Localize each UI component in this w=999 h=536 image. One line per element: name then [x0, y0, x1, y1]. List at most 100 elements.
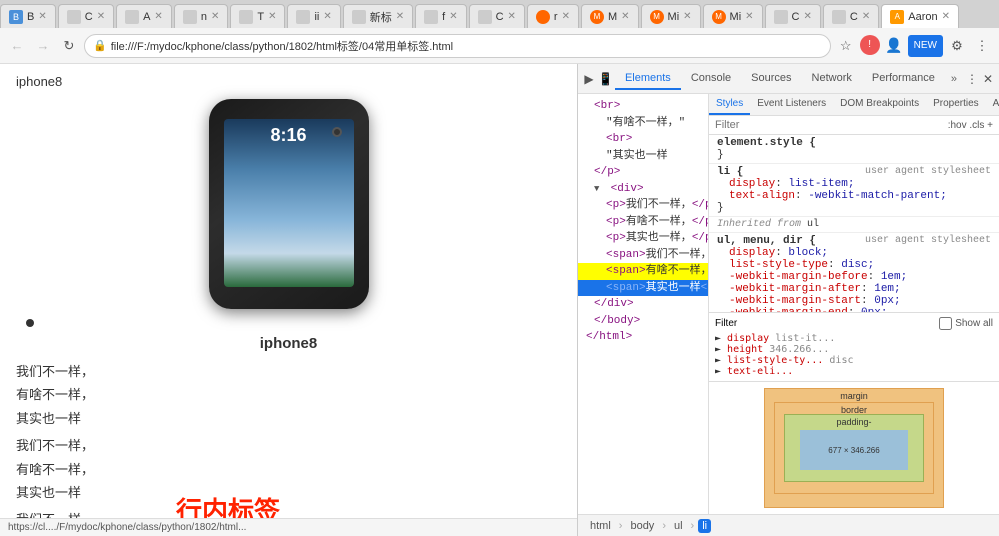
el-br-2[interactable]: <br> [578, 131, 708, 148]
tab-favicon-m1: M [590, 10, 604, 24]
tab-n[interactable]: n ✕ [174, 4, 229, 28]
styles-filter-hint: :hov .cls + [948, 120, 993, 131]
bookmark-button[interactable]: ☆ [835, 35, 857, 57]
tab-close-f[interactable]: ✕ [449, 11, 457, 22]
tab-aaron[interactable]: A Aaron ✕ [881, 4, 959, 28]
styles-filter-bar: :hov .cls + [709, 116, 999, 135]
tab-close-m2[interactable]: ✕ [683, 11, 691, 22]
st-tab-styles[interactable]: Styles [709, 94, 750, 115]
extensions-button[interactable]: ⚙ [946, 35, 968, 57]
tab-favicon-aaron: A [890, 10, 904, 24]
tab-close-aaron[interactable]: ✕ [942, 11, 950, 22]
tab-close-c3[interactable]: ✕ [804, 11, 812, 22]
bc-ul[interactable]: ul [670, 519, 687, 533]
tab-close-c4[interactable]: ✕ [862, 11, 870, 22]
styles-panel: Styles Event Listeners DOM Breakpoints P… [709, 94, 999, 514]
el-p-close[interactable]: </p> [578, 164, 708, 181]
tab-favicon-m3: M [712, 10, 726, 24]
menu-button[interactable]: ⋮ [971, 35, 993, 57]
line-2-3: 其实也一样 [16, 481, 561, 504]
tab-network[interactable]: Network [802, 68, 862, 90]
tab-close-paw[interactable]: ✕ [562, 11, 570, 22]
tab-m1[interactable]: M M ✕ [581, 4, 639, 28]
el-body-close[interactable]: </body> [578, 313, 708, 330]
bm-content: 677 × 346.266 [800, 430, 908, 470]
el-span-wm1[interactable]: <span>我们不一样，</span> [578, 247, 708, 264]
tab-close-new[interactable]: ✕ [396, 11, 404, 22]
computed-filter-area: Filter Show all ► display list-it... ► h… [709, 312, 999, 381]
st-tab-events[interactable]: Event Listeners [750, 94, 833, 115]
mobile-view-button[interactable]: 📱 [598, 68, 613, 90]
styles-filter-input[interactable] [715, 119, 944, 131]
reload-button[interactable]: ↻ [58, 35, 80, 57]
tab-console[interactable]: Console [681, 68, 741, 90]
phone-time: 8:16 [270, 125, 306, 146]
bc-li-active[interactable]: li [698, 519, 711, 533]
tab-c1[interactable]: C ✕ [58, 4, 114, 28]
el-span-yq1[interactable]: <span>有啥不一样，</span> [578, 263, 708, 280]
el-p-wm1[interactable]: <p>我们不一样，</p> [578, 197, 708, 214]
el-p-yq1[interactable]: <p>有啥不一样，</p> [578, 214, 708, 231]
el-html-close[interactable]: </html> [578, 329, 708, 346]
tab-favicon-f [424, 10, 438, 24]
tab-close-c2[interactable]: ✕ [508, 11, 516, 22]
content-list: 我们不一样， 有啥不一样， 其实也一样 我们不一样， 有啥不一样， 其实也一样 … [16, 360, 561, 536]
el-text-2[interactable]: "其实也一样 [578, 148, 708, 165]
tab-close-c1[interactable]: ✕ [97, 11, 105, 22]
tab-close-ii[interactable]: ✕ [323, 11, 331, 22]
tab-more-button[interactable]: » [945, 69, 963, 89]
devtools-more-button[interactable]: ✕ [981, 68, 995, 90]
tab-c3[interactable]: C ✕ [765, 4, 821, 28]
devtools-settings-button[interactable]: ⋮ [965, 68, 979, 90]
back-button[interactable]: ← [6, 35, 28, 57]
status-url: https://cl..../F/mydoc/kphone/class/pyth… [8, 522, 246, 533]
bc-sep-2: › [662, 520, 666, 532]
tab-elements[interactable]: Elements [615, 68, 681, 90]
tab-c2[interactable]: C ✕ [469, 4, 525, 28]
tab-label-c4: C [850, 11, 858, 23]
tab-close-m3[interactable]: ✕ [745, 11, 753, 22]
tab-c4[interactable]: C ✕ [823, 4, 879, 28]
style-prop-display: display: list-item; [717, 178, 991, 190]
cursor-select-button[interactable]: ▶ [582, 68, 596, 90]
tab-f[interactable]: f ✕ [415, 4, 466, 28]
st-tab-dom-bp[interactable]: DOM Breakpoints [833, 94, 926, 115]
tab-paw[interactable]: r ✕ [527, 4, 579, 28]
style-prop-text-align: text-align: -webkit-match-parent; [717, 190, 991, 202]
tab-m3[interactable]: M Mi ✕ [703, 4, 763, 28]
style-rule-ul: ul, menu, dir { user agent stylesheet di… [709, 233, 999, 312]
el-span-qsy1[interactable]: <span>其实也一样</span> [578, 280, 708, 297]
bc-body[interactable]: body [626, 519, 658, 533]
el-text-1[interactable]: "有啥不一样，" [578, 115, 708, 132]
tab-a[interactable]: A ✕ [116, 4, 172, 28]
tab-close-n[interactable]: ✕ [211, 11, 219, 22]
style-prop-margin-start: -webkit-margin-start: 0px; [717, 295, 991, 307]
tab-sources[interactable]: Sources [741, 68, 801, 90]
tab-label-m1: M [608, 11, 617, 23]
el-div-open[interactable]: ▼ <div> [578, 181, 708, 198]
tab-m2[interactable]: M Mi ✕ [641, 4, 701, 28]
bc-html[interactable]: html [586, 519, 615, 533]
tab-close-a[interactable]: ✕ [154, 11, 162, 22]
el-div-close[interactable]: </div> [578, 296, 708, 313]
tab-close-b[interactable]: ✕ [38, 11, 46, 22]
st-tab-props[interactable]: Properties [926, 94, 986, 115]
st-tab-access[interactable]: Accessibility [986, 94, 999, 115]
tab-label-t: T [257, 11, 264, 23]
tab-label-c3: C [792, 11, 800, 23]
forward-button[interactable]: → [32, 35, 54, 57]
tab-close-m1[interactable]: ✕ [621, 11, 629, 22]
el-p-qsy1[interactable]: <p>其实也一样，</p> [578, 230, 708, 247]
show-all-checkbox[interactable] [939, 317, 952, 330]
tab-t[interactable]: T ✕ [230, 4, 285, 28]
address-bar[interactable]: 🔒 file:///F:/mydoc/kphone/class/python/1… [84, 34, 831, 58]
tab-new[interactable]: 新标 ✕ [343, 4, 413, 28]
new-tab-button[interactable]: NEW [908, 35, 943, 57]
nav-dots [26, 319, 561, 327]
tab-b[interactable]: B B ✕ [0, 4, 56, 28]
el-br-1[interactable]: <br> [578, 98, 708, 115]
tab-ii[interactable]: ii ✕ [287, 4, 340, 28]
tab-performance[interactable]: Performance [862, 68, 945, 90]
user-button[interactable]: 👤 [883, 35, 905, 57]
tab-close-t[interactable]: ✕ [268, 11, 276, 22]
